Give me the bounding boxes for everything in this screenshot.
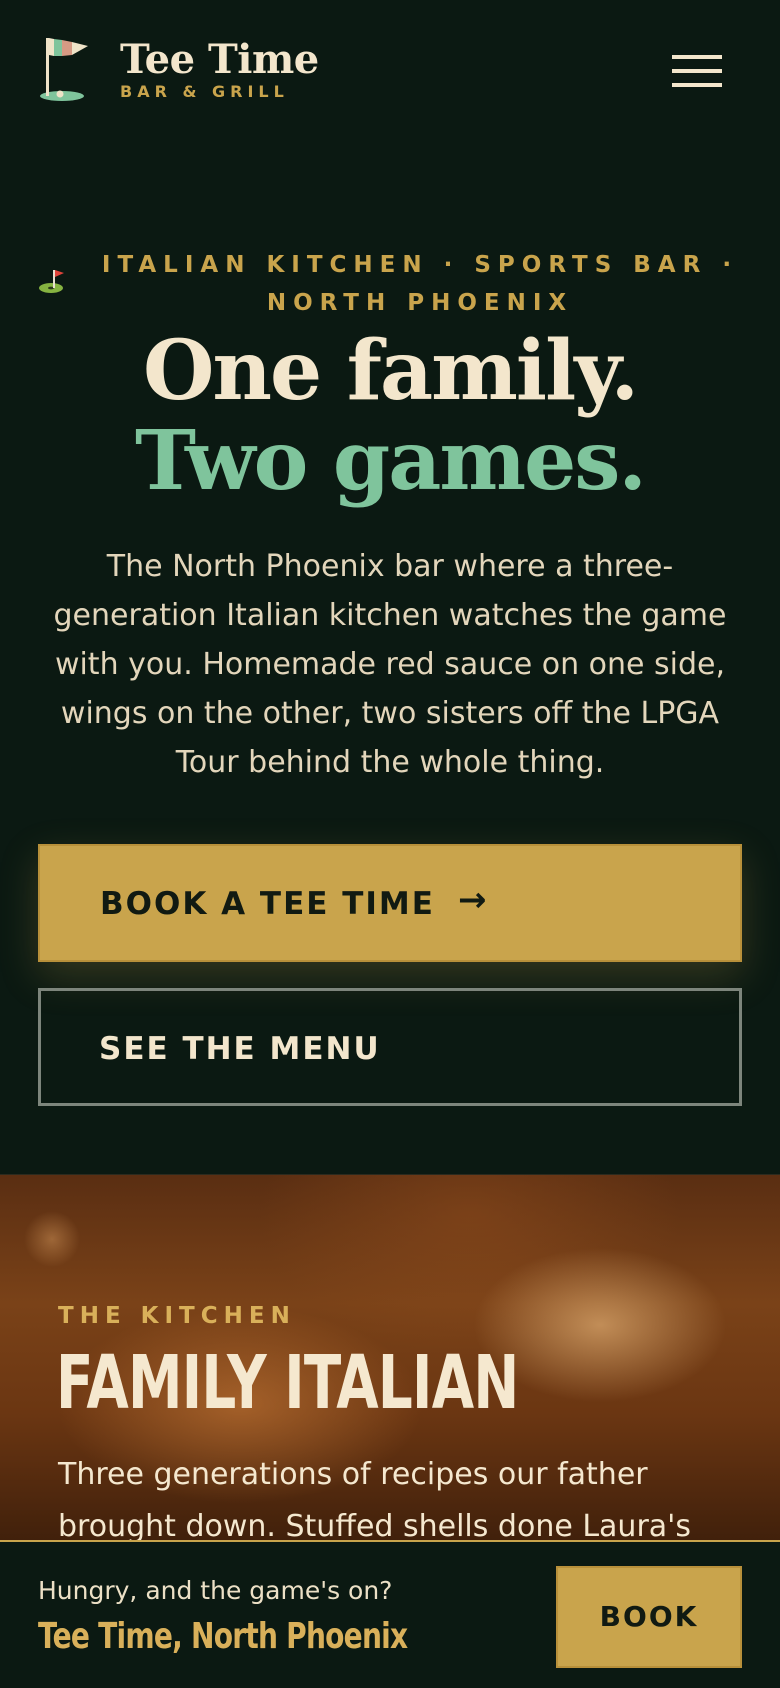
sticky-place-name: Tee Time, North Phoenix <box>38 1616 408 1657</box>
kitchen-title: FAMILY ITALIAN <box>56 1340 519 1426</box>
sticky-question: Hungry, and the game's on? <box>38 1576 393 1605</box>
hero-intro: The North Phoenix bar where a three-gene… <box>53 549 727 780</box>
see-menu-label: SEE THE MENU <box>99 1031 381 1067</box>
kitchen-section: THE KITCHEN FAMILY ITALIAN Three generat… <box>0 1174 780 1542</box>
menu-line <box>672 55 722 59</box>
sticky-book-label: BOOK <box>599 1600 699 1633</box>
book-tee-time-label: BOOK A TEE TIME <box>100 886 435 922</box>
menu-line <box>672 83 722 87</box>
kitchen-eyebrow: THE KITCHEN <box>58 1303 296 1329</box>
kitchen-description: Three generations of recipes our father … <box>58 1457 692 1542</box>
hero-eyebrow: ITALIAN KITCHEN · SPORTS BAR · NORTH PHO… <box>101 252 739 316</box>
arrow-right-icon: → <box>458 880 487 920</box>
golf-hole-icon <box>39 270 64 293</box>
see-menu-button[interactable]: SEE THE MENU <box>38 988 742 1106</box>
hero-headline-line-1: One family. <box>142 323 639 419</box>
menu-line <box>672 69 722 73</box>
golf-flag-icon[interactable] <box>40 34 96 106</box>
brand-name[interactable]: Tee Time <box>120 36 319 83</box>
sticky-book-button[interactable]: BOOK <box>556 1566 742 1668</box>
site-header: Tee Time BAR & GRILL <box>0 0 780 140</box>
brand-subtitle: BAR & GRILL <box>120 82 289 101</box>
hamburger-menu-icon[interactable] <box>672 52 724 90</box>
book-tee-time-button[interactable]: BOOK A TEE TIME → <box>38 844 742 962</box>
hero-headline-line-2: Two games. <box>135 413 647 509</box>
sticky-booking-bar: Hungry, and the game's on? Tee Time, Nor… <box>0 1540 780 1688</box>
